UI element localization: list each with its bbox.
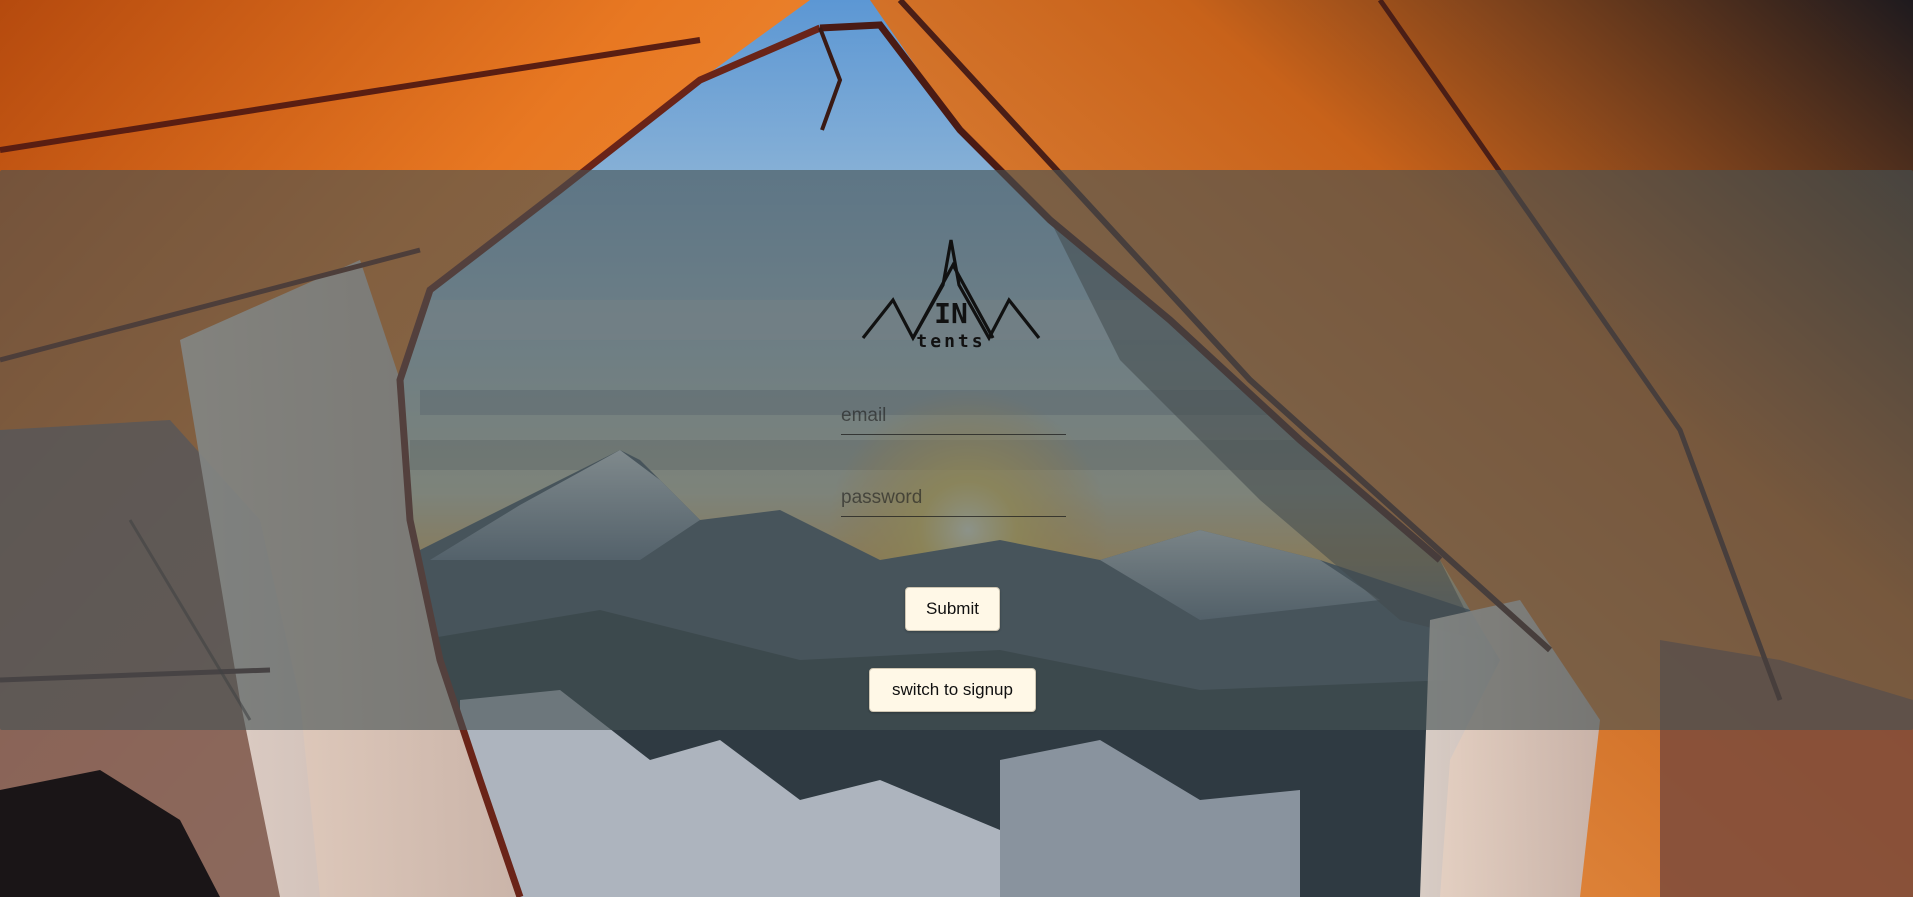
email-input[interactable] <box>841 398 1066 434</box>
submit-button[interactable]: Submit <box>905 587 1000 631</box>
email-field[interactable] <box>841 398 1066 435</box>
logo-text-sub: tents <box>916 331 985 352</box>
switch-to-signup-button[interactable]: switch to signup <box>869 668 1036 712</box>
mountain-tent-logo: IN tents <box>861 239 1041 352</box>
login-page: IN tents Submit switch to signup <box>0 0 1913 897</box>
password-field[interactable] <box>841 480 1066 517</box>
logo-text-main: IN <box>934 297 968 330</box>
password-input[interactable] <box>841 480 1066 516</box>
